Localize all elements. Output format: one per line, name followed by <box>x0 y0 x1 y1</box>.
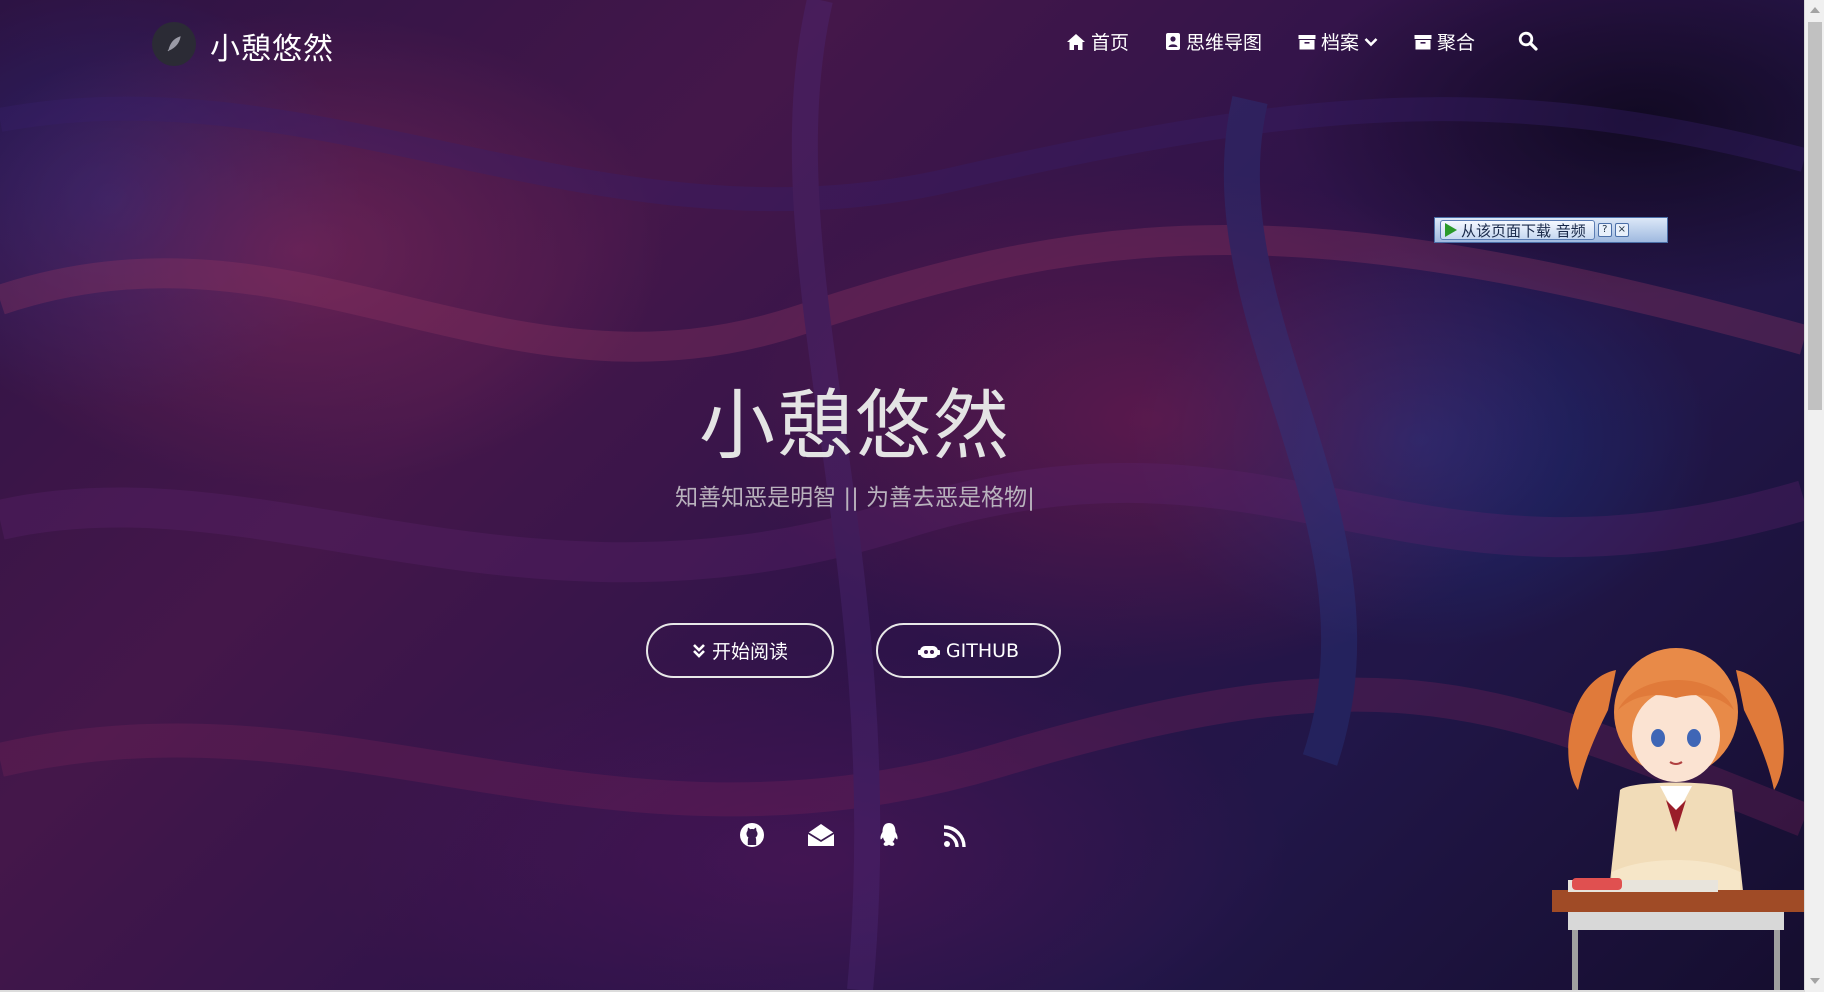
envelope-open-icon <box>807 824 835 846</box>
nav-item-label: 首页 <box>1091 32 1130 54</box>
nav-item-archive[interactable]: 档案 <box>1298 28 1378 55</box>
start-reading-button[interactable]: 开始阅读 <box>646 623 834 678</box>
site-logo[interactable] <box>152 22 196 66</box>
hero-background: 小憩悠然 首页 思维导图 档案 聚合 从该页面下载 音频 ? × 小憩悠然 知善… <box>0 0 1804 990</box>
qq-penguin-icon <box>880 823 898 846</box>
download-close-button[interactable]: × <box>1614 223 1629 237</box>
play-icon <box>1445 223 1457 237</box>
nav-item-aggregate[interactable]: 聚合 <box>1414 28 1475 55</box>
archive-icon <box>1298 34 1316 49</box>
download-help-button[interactable]: ? <box>1597 223 1612 237</box>
rss-link[interactable] <box>943 824 967 852</box>
github-link[interactable] <box>739 822 765 852</box>
chevron-down-icon <box>1364 37 1378 46</box>
navbar: 小憩悠然 首页 思维导图 档案 聚合 <box>0 0 1804 88</box>
audio-download-bar: 从该页面下载 音频 ? × <box>1434 217 1668 243</box>
hero-title: 小憩悠然 <box>699 381 1011 470</box>
address-card-icon <box>1166 33 1181 50</box>
search-icon <box>1518 31 1538 51</box>
rss-icon <box>943 825 966 848</box>
nav-item-home[interactable]: 首页 <box>1066 28 1129 55</box>
home-icon <box>1067 33 1085 50</box>
nav-item-label: 聚合 <box>1437 32 1476 54</box>
feather-icon <box>167 36 181 52</box>
vertical-scrollbar[interactable] <box>1804 0 1824 992</box>
nav-item-label: 思维导图 <box>1186 32 1263 54</box>
qq-link[interactable] <box>876 822 902 852</box>
github-icon <box>740 823 764 847</box>
gitlab-robot-icon <box>917 645 940 658</box>
download-audio-button[interactable]: 从该页面下载 音频 <box>1440 220 1595 240</box>
nav-menu: 首页 思维导图 档案 聚合 <box>1066 28 1511 55</box>
archive-icon <box>1414 34 1432 49</box>
nav-item-mindmap[interactable]: 思维导图 <box>1165 28 1262 55</box>
github-button[interactable]: GITHUB <box>876 623 1061 678</box>
start-reading-label: 开始阅读 <box>711 641 788 663</box>
github-label: GITHUB <box>945 639 1020 662</box>
search-button[interactable] <box>1518 31 1538 55</box>
download-audio-label: 从该页面下载 音频 <box>1461 221 1586 240</box>
hero-subtitle: 知善知恶是明智 || 为善去恶是格物| <box>675 485 1035 511</box>
double-chevron-down-icon <box>693 643 705 658</box>
scroll-down-arrow-icon[interactable] <box>1810 978 1820 984</box>
email-link[interactable] <box>807 823 835 851</box>
site-name[interactable]: 小憩悠然 <box>210 24 334 68</box>
nav-item-label: 档案 <box>1321 32 1360 54</box>
live2d-mascot[interactable] <box>1548 640 1804 990</box>
scroll-up-arrow-icon[interactable] <box>1810 7 1820 13</box>
scroll-thumb[interactable] <box>1808 22 1822 410</box>
